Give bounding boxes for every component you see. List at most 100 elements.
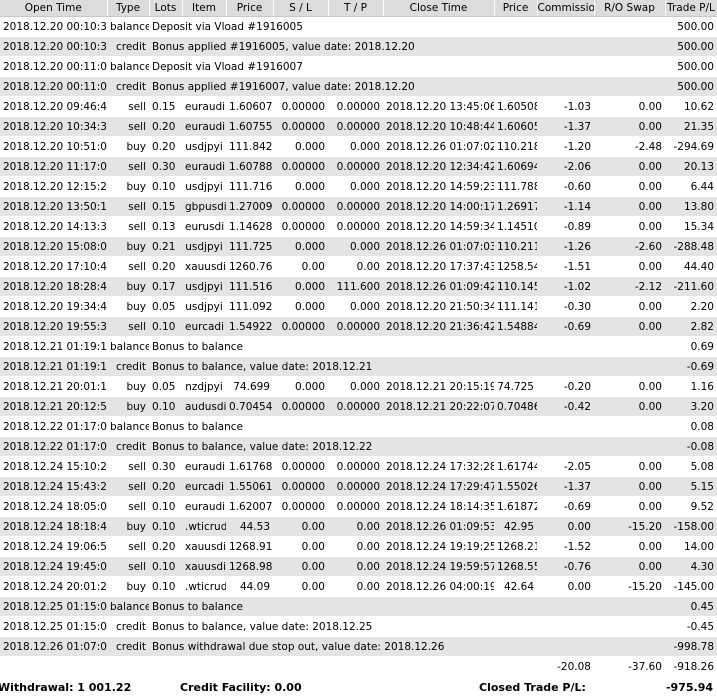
- type-cell: balance: [107, 336, 149, 357]
- description-cell: Bonus to balance: [149, 416, 665, 437]
- transaction-row[interactable]: 2018.12.20 00:10:33 credit Bonus applied #…: [0, 36, 717, 57]
- close-price-cell: 110.145: [494, 276, 537, 297]
- trade-row[interactable]: 2018.12.24 18:05:09 sell 0.10 euraudi 1.6200…: [0, 496, 717, 517]
- close-time-cell: 2018.12.26 01:07:02: [383, 136, 494, 157]
- open-price-cell: 111.842: [226, 136, 273, 157]
- trade-row[interactable]: 2018.12.21 20:01:13 buy 0.05 nzdjpyi 74.699 0…: [0, 376, 717, 397]
- trade-row[interactable]: 2018.12.24 20:01:29buy0.10.wticrude44.09…: [0, 576, 717, 597]
- type-cell: buy: [107, 296, 149, 317]
- swap-cell: 0.00: [594, 556, 665, 577]
- close-price-cell: 1.61872: [494, 496, 537, 517]
- transaction-row[interactable]: 2018.12.20 00:11:09 credit Bonus applied #…: [0, 76, 717, 97]
- transaction-row[interactable]: 2018.12.20 00:11:09 balance Deposit via Vl…: [0, 56, 717, 77]
- transaction-row[interactable]: 2018.12.21 01:19:16 balance Bonus to balan…: [0, 336, 717, 357]
- commission-cell: -0.42: [537, 396, 594, 417]
- transaction-row[interactable]: 2018.12.22 01:17:07 credit Bonus to balanc…: [0, 436, 717, 457]
- transaction-row[interactable]: 2018.12.20 00:10:33 balance Deposit via Vl…: [0, 16, 717, 37]
- stop-loss-cell: 0.000: [273, 136, 328, 157]
- col-commission[interactable]: Commission: [537, 0, 595, 17]
- col-open-time[interactable]: Open Time: [0, 0, 108, 17]
- trade-row[interactable]: 2018.12.20 19:34:44 buy 0.05 usdjpyi 111.092…: [0, 296, 717, 317]
- transaction-row[interactable]: 2018.12.25 01:15:00 balance Bonus to balan…: [0, 596, 717, 617]
- col-swap[interactable]: R/O Swap: [594, 0, 666, 17]
- stop-loss-cell: 0.00000: [273, 216, 328, 237]
- item-cell: eurusdi: [182, 216, 226, 237]
- commission-cell: -1.02: [537, 276, 594, 297]
- lots-cell: 0.10: [149, 516, 182, 537]
- trade-row[interactable]: 2018.12.24 19:45:07 sell 0.10 xauusdi 1268.9…: [0, 556, 717, 577]
- trade-row[interactable]: 2018.12.24 19:06:55 sell 0.20 xauusdi 1268.9…: [0, 536, 717, 557]
- item-cell: nzdjpyi: [182, 376, 226, 397]
- col-take-profit[interactable]: T / P: [328, 0, 384, 17]
- close-price-cell: 110.211: [494, 236, 537, 257]
- close-time-cell: 2018.12.21 20:15:19: [383, 376, 494, 397]
- transaction-row[interactable]: 2018.12.26 01:07:02 credit Bonus withdrawa…: [0, 636, 717, 657]
- trade-row[interactable]: 2018.12.20 15:08:06 buy 0.21 usdjpyi 111.725…: [0, 236, 717, 257]
- take-profit-cell: 0.00: [328, 256, 383, 277]
- open-time-cell: 2018.12.24 15:10:27: [0, 456, 107, 477]
- trade-row[interactable]: 2018.12.20 12:15:27 buy 0.10 usdjpyi 111.716…: [0, 176, 717, 197]
- col-stop-loss[interactable]: S / L: [273, 0, 329, 17]
- type-cell: buy: [107, 376, 149, 397]
- col-trade-pl[interactable]: Trade P/L: [665, 0, 717, 17]
- transaction-row[interactable]: 2018.12.25 01:15:00 credit Bonus to balanc…: [0, 616, 717, 637]
- item-cell: euraudi: [182, 456, 226, 477]
- trade-row[interactable]: 2018.12.24 15:10:27 sell 0.30 euraudi 1.6176…: [0, 456, 717, 477]
- lots-cell: 0.20: [149, 136, 182, 157]
- col-item[interactable]: Item: [182, 0, 227, 17]
- item-cell: usdjpyi: [182, 276, 226, 297]
- trade-row[interactable]: 2018.12.20 10:34:30 sell 0.20 euraudi 1.6075…: [0, 116, 717, 137]
- item-cell: xauusdi: [182, 256, 226, 277]
- lots-cell: 0.10: [149, 576, 182, 597]
- open-time-cell: 2018.12.21 01:19:16: [0, 356, 107, 377]
- trade-row[interactable]: 2018.12.24 18:18:46buy0.10.wticrude44.53…: [0, 516, 717, 537]
- open-time-cell: 2018.12.20 17:10:48: [0, 256, 107, 277]
- open-time-cell: 2018.12.21 01:19:16: [0, 336, 107, 357]
- stop-loss-cell: 0.00000: [273, 196, 328, 217]
- trade-row[interactable]: 2018.12.20 13:50:18 sell 0.15 gbpusdi 1.2700…: [0, 196, 717, 217]
- stop-loss-cell: 0.00000: [273, 456, 328, 477]
- trade-row[interactable]: 2018.12.20 09:46:41 sell 0.15 euraudi 1.6060…: [0, 96, 717, 117]
- lots-cell: 0.10: [149, 396, 182, 417]
- trade-row[interactable]: 2018.12.20 19:55:36 sell 0.10 eurcadi 1.5492…: [0, 316, 717, 337]
- lots-cell: 0.10: [149, 496, 182, 517]
- trade-row[interactable]: 2018.12.21 20:12:53 buy 0.10 audusdi 0.70454…: [0, 396, 717, 417]
- trade-row[interactable]: 2018.12.24 15:43:20 sell 0.20 eurcadi 1.5506…: [0, 476, 717, 497]
- open-time-cell: 2018.12.21 20:12:53: [0, 396, 107, 417]
- col-close-time[interactable]: Close Time: [383, 0, 495, 17]
- col-type[interactable]: Type: [107, 0, 150, 17]
- close-price-cell: 111.141: [494, 296, 537, 317]
- lots-cell: 0.13: [149, 216, 182, 237]
- close-time-cell: 2018.12.20 12:34:42: [383, 156, 494, 177]
- commission-cell: -0.76: [537, 556, 594, 577]
- transaction-row[interactable]: 2018.12.21 01:19:16 credit Bonus to balanc…: [0, 356, 717, 377]
- description-cell: Deposit via Vload #1916007: [149, 56, 665, 77]
- close-price-cell: 1.54884: [494, 316, 537, 337]
- trade-row[interactable]: 2018.12.20 11:17:06 sell 0.30 euraudi 1.6078…: [0, 156, 717, 177]
- swap-cell: -15.20: [594, 516, 665, 537]
- col-lots[interactable]: Lots: [149, 0, 183, 17]
- open-price-cell: 1268.98: [226, 556, 273, 577]
- commission-cell: -2.06: [537, 156, 594, 177]
- close-time-cell: 2018.12.26 01:07:03: [383, 236, 494, 257]
- trade-pl-cell: 13.80: [665, 196, 717, 217]
- take-profit-cell: 0.00: [328, 516, 383, 537]
- trade-row[interactable]: 2018.12.20 18:28:47 buy 0.17 usdjpyi 111.516…: [0, 276, 717, 297]
- table-header-row: Open Time Type Lots Item Price S / L T /…: [0, 0, 717, 17]
- trade-pl-cell: 500.00: [665, 76, 717, 97]
- type-cell: sell: [107, 116, 149, 137]
- close-price-cell: 1.14510: [494, 216, 537, 237]
- total-pl-cell: -918.26: [665, 656, 717, 677]
- lots-cell: 0.15: [149, 196, 182, 217]
- trade-row[interactable]: 2018.12.20 14:13:37 sell 0.13 eurusdi 1.1462…: [0, 216, 717, 237]
- type-cell: sell: [107, 456, 149, 477]
- type-cell: credit: [107, 76, 149, 97]
- col-price[interactable]: Price: [226, 0, 274, 17]
- lots-cell: 0.10: [149, 556, 182, 577]
- take-profit-cell: 0.00000: [328, 396, 383, 417]
- close-time-cell: 2018.12.20 14:00:17: [383, 196, 494, 217]
- trade-row[interactable]: 2018.12.20 10:51:09 buy 0.20 usdjpyi 111.842…: [0, 136, 717, 157]
- transaction-row[interactable]: 2018.12.22 01:17:07 balance Bonus to balan…: [0, 416, 717, 437]
- col-close-price[interactable]: Price: [494, 0, 538, 17]
- trade-row[interactable]: 2018.12.20 17:10:48 sell 0.20 xauusdi 1260.7…: [0, 256, 717, 277]
